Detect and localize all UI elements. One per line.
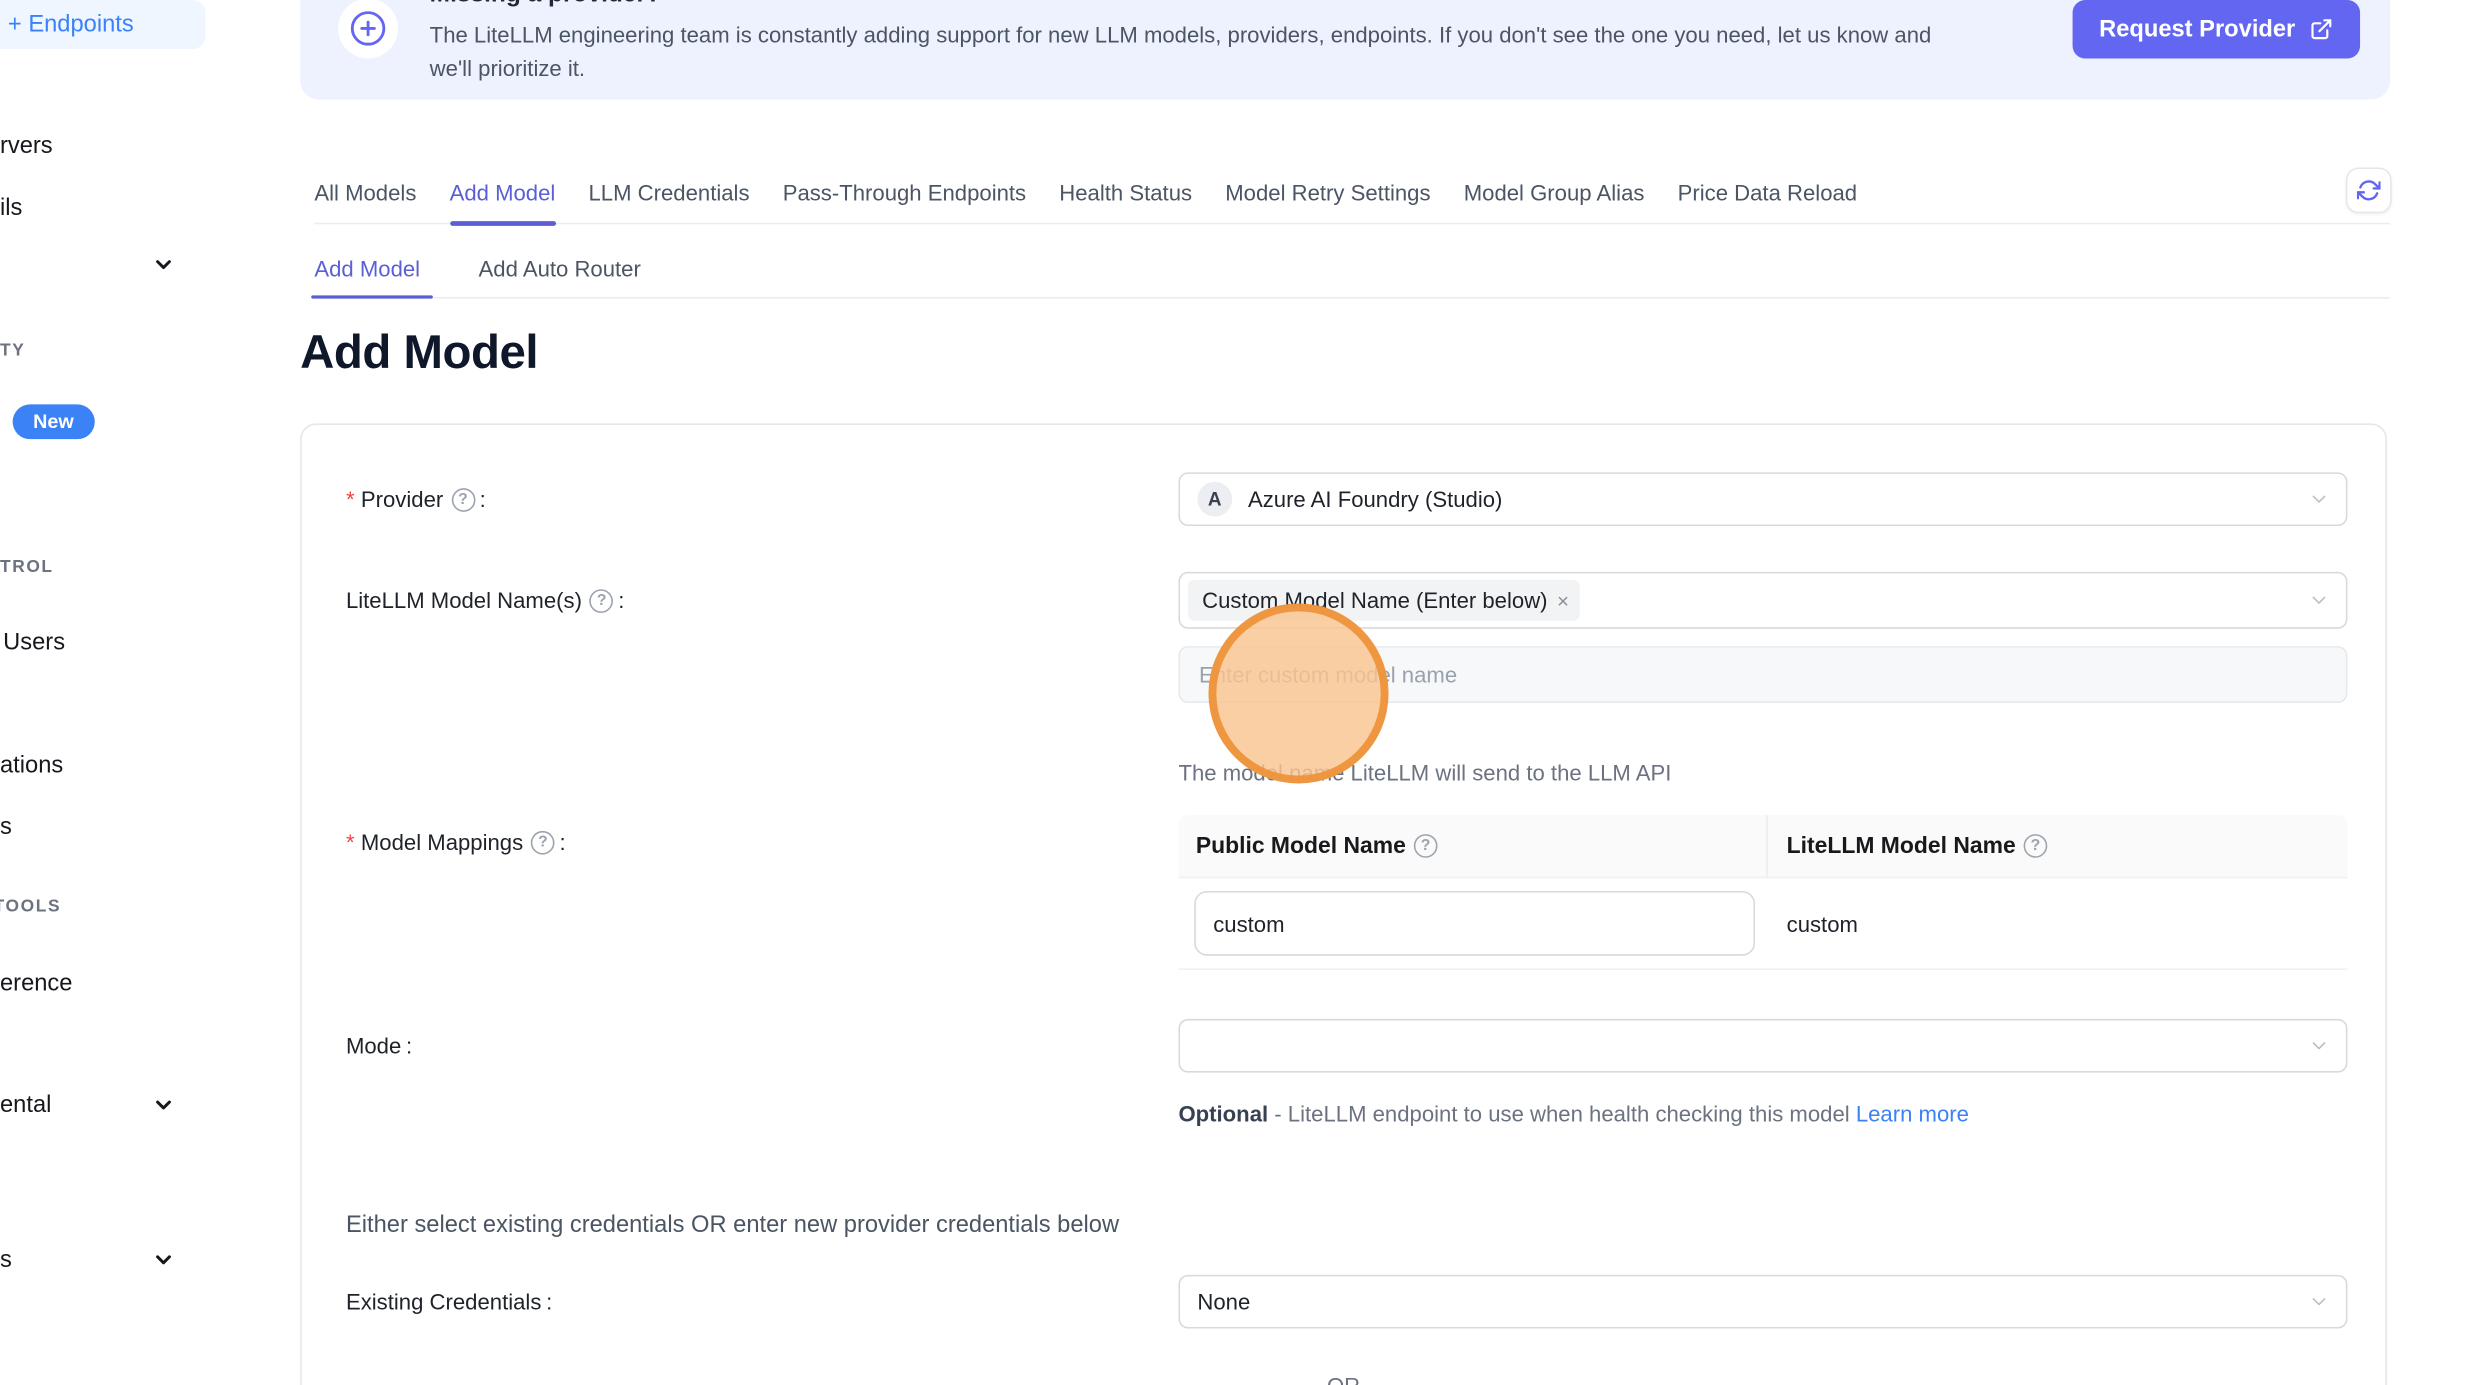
sidebar-item-s1[interactable]: s: [0, 814, 12, 841]
chevron-down-icon[interactable]: [152, 1248, 176, 1272]
banner-description: The LiteLLM engineering team is constant…: [430, 19, 1932, 85]
new-badge[interactable]: New: [13, 404, 95, 439]
sidebar-section-ty: TY: [0, 341, 25, 360]
model-names-label: LiteLLM Model Name(s) ? :: [346, 572, 624, 629]
model-names-multiselect[interactable]: Custom Model Name (Enter below) ×: [1178, 572, 2347, 629]
mode-label: Mode :: [346, 1019, 412, 1073]
model-name-tag: Custom Model Name (Enter below) ×: [1188, 580, 1580, 621]
tab-pass-through-endpoints[interactable]: Pass-Through Endpoints: [783, 163, 1026, 223]
main-content: Missing a provider? The LiteLLM engineer…: [300, 0, 2390, 1385]
banner-description-line1: The LiteLLM engineering team is constant…: [430, 19, 1932, 52]
column-litellm-model-name: LiteLLM Model Name ?: [1768, 815, 2348, 877]
required-mark: *: [346, 829, 355, 854]
provider-value: Azure AI Foundry (Studio): [1248, 487, 1502, 512]
required-mark: *: [346, 487, 355, 512]
help-icon[interactable]: ?: [590, 588, 614, 612]
sidebar-item-servers[interactable]: rvers: [0, 133, 53, 160]
tab-llm-credentials[interactable]: LLM Credentials: [588, 163, 749, 223]
chevron-down-icon[interactable]: [152, 1093, 176, 1117]
mode-select[interactable]: [1178, 1019, 2347, 1073]
banner-title: Missing a provider?: [430, 0, 661, 9]
sidebar-item-endpoints-label: + Endpoints: [0, 0, 205, 49]
chevron-down-icon: [2308, 1035, 2330, 1057]
chevron-down-icon: [2308, 488, 2330, 510]
model-mappings-table: Public Model Name ? LiteLLM Model Name ?…: [1178, 815, 2347, 970]
provider-label: * Provider ? :: [346, 472, 486, 526]
sidebar-item-erence[interactable]: erence: [0, 970, 72, 997]
public-model-name-cell: [1178, 891, 1767, 956]
existing-credentials-select[interactable]: None: [1178, 1275, 2347, 1329]
model-mappings-label: * Model Mappings ? :: [346, 826, 566, 858]
column-public-model-name: Public Model Name ?: [1178, 815, 1767, 877]
sidebar-item-ental[interactable]: ental: [0, 1092, 51, 1119]
banner-description-line2: we'll prioritize it.: [430, 52, 1932, 85]
tab-price-data-reload[interactable]: Price Data Reload: [1678, 163, 1857, 223]
circle-plus-icon: [338, 0, 398, 58]
chevron-down-icon: [2308, 1291, 2330, 1313]
existing-credentials-value: None: [1197, 1289, 1250, 1314]
tab-model-group-alias[interactable]: Model Group Alias: [1464, 163, 1645, 223]
learn-more-link[interactable]: Learn more: [1856, 1101, 1969, 1126]
sidebar-item-ils[interactable]: ils: [0, 194, 22, 221]
tab-model-retry-settings[interactable]: Model Retry Settings: [1225, 163, 1430, 223]
request-provider-button[interactable]: Request Provider: [2072, 0, 2360, 58]
chevron-down-icon[interactable]: [152, 253, 176, 277]
model-tabs: All Models Add Model LLM Credentials Pas…: [314, 163, 2390, 225]
tab-add-model[interactable]: Add Model: [450, 163, 556, 223]
sidebar-item-ations[interactable]: ations: [0, 752, 63, 779]
add-model-form-card: * Provider ? : A Azure AI Foundry (Studi…: [300, 423, 2387, 1385]
model-mappings-header: Public Model Name ? LiteLLM Model Name ?: [1178, 815, 2347, 878]
help-icon[interactable]: ?: [531, 830, 555, 854]
or-divider: OR: [302, 1373, 2386, 1385]
chevron-down-icon: [2308, 589, 2330, 611]
custom-model-name-input[interactable]: [1178, 646, 2347, 703]
tab-all-models[interactable]: All Models: [314, 163, 416, 223]
subtab-add-auto-router[interactable]: Add Auto Router: [479, 239, 641, 297]
credentials-note: Either select existing credentials OR en…: [346, 1212, 1119, 1239]
sidebar-section-trol: TROL: [0, 558, 54, 577]
subtab-add-model[interactable]: Add Model: [314, 239, 420, 297]
mode-helper-text: Optional - LiteLLM endpoint to use when …: [1178, 1095, 1976, 1133]
missing-provider-banner: Missing a provider? The LiteLLM engineer…: [300, 0, 2390, 100]
help-icon[interactable]: ?: [451, 487, 475, 511]
sidebar-section-tools: TOOLS: [0, 897, 61, 916]
page-title: Add Model: [300, 319, 538, 389]
external-link-icon: [2310, 17, 2334, 41]
tab-health-status[interactable]: Health Status: [1059, 163, 1192, 223]
app-root: + Endpoints rvers ils TY New TROL Users …: [0, 0, 2477, 1385]
table-row: custom: [1178, 878, 2347, 970]
request-provider-label: Request Provider: [2099, 16, 2295, 43]
provider-select[interactable]: A Azure AI Foundry (Studio): [1178, 472, 2347, 526]
litellm-model-name-cell: custom: [1768, 911, 2348, 936]
add-model-subtabs: Add Model Add Auto Router: [314, 239, 2390, 299]
help-icon[interactable]: ?: [2024, 834, 2048, 858]
provider-avatar: A: [1197, 482, 1232, 517]
remove-icon[interactable]: ×: [1557, 590, 1569, 611]
refresh-button[interactable]: [2346, 167, 2392, 213]
sidebar: + Endpoints rvers ils TY New TROL Users …: [0, 0, 237, 1385]
model-name-helper-text: The model name LiteLLM will send to the …: [1178, 760, 1671, 785]
existing-credentials-label: Existing Credentials :: [346, 1275, 552, 1329]
sidebar-item-users[interactable]: Users: [3, 629, 65, 656]
refresh-icon: [2357, 179, 2381, 203]
help-icon[interactable]: ?: [1414, 834, 1438, 858]
sidebar-item-s2[interactable]: s: [0, 1246, 12, 1273]
public-model-name-input[interactable]: [1194, 891, 1755, 956]
sidebar-item-endpoints[interactable]: + Endpoints: [0, 0, 205, 49]
